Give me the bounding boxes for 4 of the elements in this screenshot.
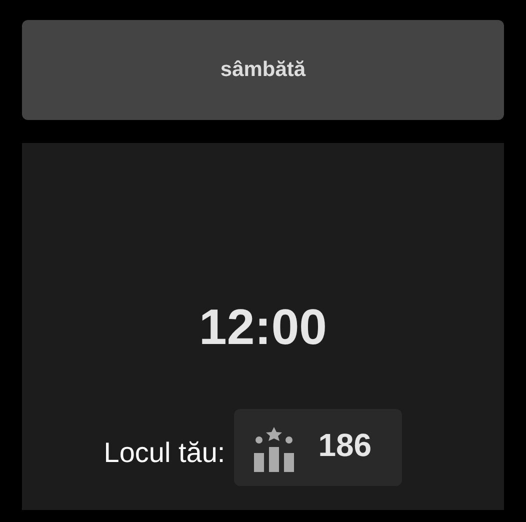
day-header: sâmbătă: [22, 20, 504, 120]
rank-value: 186: [318, 426, 372, 464]
rank-label: Locul tău:: [104, 436, 226, 470]
time-text: 12:00: [199, 298, 327, 357]
